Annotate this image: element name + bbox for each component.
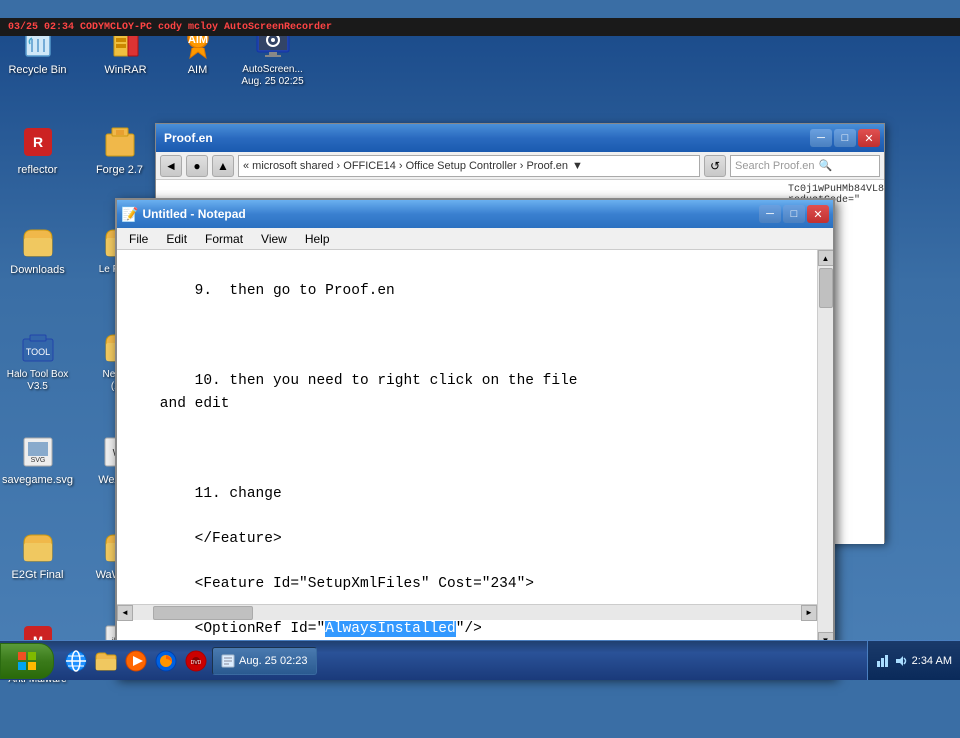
taskbar-explorer-icon[interactable] bbox=[92, 647, 120, 675]
screen-recorder-bar: 03/25 02:34 CODYMCLOY-PC cody mcloy Auto… bbox=[0, 18, 960, 36]
system-tray: 2:34 AM bbox=[867, 641, 960, 680]
taskbar-notepad-icon bbox=[221, 654, 235, 668]
svg-text:SVG: SVG bbox=[30, 457, 45, 464]
highlighted-alwaysinstalled: AlwaysInstalled bbox=[325, 621, 456, 637]
taskbar-window-button[interactable]: Aug. 25 02:23 bbox=[212, 647, 317, 675]
menu-help[interactable]: Help bbox=[297, 230, 338, 248]
reflector-icon: R bbox=[18, 122, 58, 162]
network-icon bbox=[876, 654, 890, 668]
address-dropdown[interactable]: ▼ bbox=[572, 160, 583, 172]
vertical-scrollbar[interactable]: ▲ ▼ bbox=[817, 250, 833, 648]
notepad-titlebar: 📝 Untitled - Notepad ─ □ ✕ bbox=[117, 200, 833, 228]
recycle-bin-label: Recycle Bin bbox=[8, 64, 66, 77]
recorder-status: 03/25 02:34 CODYMCLOY-PC cody mcloy Auto… bbox=[8, 22, 332, 33]
horizontal-scrollbar[interactable]: ◄ ► bbox=[117, 604, 817, 620]
notepad-window: 📝 Untitled - Notepad ─ □ ✕ File Edit For… bbox=[115, 198, 835, 678]
savegame-label: savegame.svg bbox=[2, 474, 73, 487]
notepad-window-controls: ─ □ ✕ bbox=[759, 205, 829, 223]
taskbar-icons: DVD Aug. 25 02:23 bbox=[58, 647, 867, 675]
notepad-title: Untitled - Notepad bbox=[142, 207, 245, 221]
h-scroll-thumb[interactable] bbox=[153, 606, 253, 620]
notepad-icon: 📝 bbox=[121, 206, 138, 223]
desktop-icon-reflector[interactable]: R reflector bbox=[0, 118, 75, 181]
desktop: Recycle Bin WinRAR AIM AIM bbox=[0, 18, 960, 680]
forge-icon bbox=[100, 122, 140, 162]
notepad-maximize-button[interactable]: □ bbox=[783, 205, 805, 223]
search-icon[interactable]: 🔍 bbox=[819, 159, 833, 172]
desktop-icon-savegame[interactable]: SVG savegame.svg bbox=[0, 428, 75, 491]
line-10: 10. then you need to right click on the … bbox=[125, 373, 578, 411]
scroll-up-arrow[interactable]: ▲ bbox=[818, 250, 834, 266]
line-11: 11. change bbox=[195, 486, 282, 502]
taskbar-firefox-icon[interactable] bbox=[152, 647, 180, 675]
line-optionref: <OptionRef Id="AlwaysInstalled"/> bbox=[195, 621, 482, 637]
line-9: 9. then go to Proof.en bbox=[195, 283, 395, 299]
explorer-maximize-button[interactable]: □ bbox=[834, 129, 856, 147]
downloads-label: Downloads bbox=[10, 264, 64, 277]
taskbar-media-icon[interactable] bbox=[122, 647, 150, 675]
svg-text:TOOL: TOOL bbox=[25, 347, 49, 357]
halo-tool-box-label: Halo Tool BoxV3.5 bbox=[7, 369, 69, 393]
notepad-menubar: File Edit Format View Help bbox=[117, 228, 833, 250]
address-text: « microsoft shared › OFFICE14 › Office S… bbox=[243, 160, 568, 172]
taskbar-dvd-icon[interactable]: DVD bbox=[182, 647, 210, 675]
menu-format[interactable]: Format bbox=[197, 230, 251, 248]
scroll-left-arrow[interactable]: ◄ bbox=[117, 605, 133, 621]
line-feature-open: <Feature Id="SetupXmlFiles" Cost="234"> bbox=[195, 576, 534, 592]
notepad-minimize-button[interactable]: ─ bbox=[759, 205, 781, 223]
explorer-minimize-button[interactable]: ─ bbox=[810, 129, 832, 147]
notepad-close-button[interactable]: ✕ bbox=[807, 205, 829, 223]
taskbar: DVD Aug. 25 02:23 bbox=[0, 640, 960, 680]
explorer-title: Proof.en bbox=[160, 131, 213, 145]
forward-button[interactable]: ● bbox=[186, 155, 208, 177]
autoscreen-label: AutoScreen...Aug. 25 02:25 bbox=[241, 64, 303, 88]
e2gt-icon bbox=[18, 527, 58, 567]
menu-file[interactable]: File bbox=[121, 230, 156, 248]
desktop-icon-e2gt-final[interactable]: E2Gt Final bbox=[0, 523, 75, 586]
address-bar[interactable]: « microsoft shared › OFFICE14 › Office S… bbox=[238, 155, 700, 177]
windows-logo-icon bbox=[17, 651, 37, 671]
menu-view[interactable]: View bbox=[253, 230, 295, 248]
start-button[interactable] bbox=[0, 643, 54, 679]
explorer-window-controls: ─ □ ✕ bbox=[810, 129, 880, 147]
desktop-icon-halo-tool-box[interactable]: TOOL Halo Tool BoxV3.5 bbox=[0, 323, 75, 397]
explorer-toolbar: ◄ ● ▲ « microsoft shared › OFFICE14 › Of… bbox=[156, 152, 884, 180]
system-time: 2:34 AM bbox=[912, 655, 952, 667]
taskbar-ie-icon[interactable] bbox=[62, 647, 90, 675]
taskbar-window-label: Aug. 25 02:23 bbox=[239, 655, 308, 667]
svg-text:R: R bbox=[32, 134, 42, 150]
forge-label: Forge 2.7 bbox=[96, 164, 143, 177]
explorer-close-button[interactable]: ✕ bbox=[858, 129, 880, 147]
up-button[interactable]: ▲ bbox=[212, 155, 234, 177]
e2gt-label: E2Gt Final bbox=[12, 569, 64, 582]
search-placeholder: Search Proof.en bbox=[735, 160, 815, 172]
line-feature-close-1: </Feature> bbox=[195, 531, 282, 547]
desktop-icon-downloads[interactable]: Downloads bbox=[0, 218, 75, 281]
explorer-titlebar: Proof.en ─ □ ✕ bbox=[156, 124, 884, 152]
downloads-icon bbox=[18, 222, 58, 262]
aim-label: AIM bbox=[188, 64, 208, 77]
time-display: 2:34 AM bbox=[912, 655, 952, 667]
reflector-label: reflector bbox=[18, 164, 58, 177]
scroll-right-arrow[interactable]: ► bbox=[801, 605, 817, 621]
winrar-label: WinRAR bbox=[104, 64, 146, 77]
savegame-icon: SVG bbox=[18, 432, 58, 472]
svg-text:DVD: DVD bbox=[191, 660, 202, 666]
volume-icon bbox=[894, 654, 908, 668]
menu-edit[interactable]: Edit bbox=[158, 230, 195, 248]
scroll-thumb[interactable] bbox=[819, 268, 833, 308]
back-button[interactable]: ◄ bbox=[160, 155, 182, 177]
text-content[interactable]: 9. then go to Proof.en 10. then you need… bbox=[117, 250, 817, 648]
notepad-content[interactable]: ▲ ▼ 9. then go to Proof.en 10. then you … bbox=[117, 250, 833, 648]
desktop-icon-forge[interactable]: Forge 2.7 bbox=[82, 118, 157, 181]
halo-tool-box-icon: TOOL bbox=[18, 327, 58, 367]
go-button[interactable]: ↺ bbox=[704, 155, 726, 177]
search-bar[interactable]: Search Proof.en 🔍 bbox=[730, 155, 880, 177]
